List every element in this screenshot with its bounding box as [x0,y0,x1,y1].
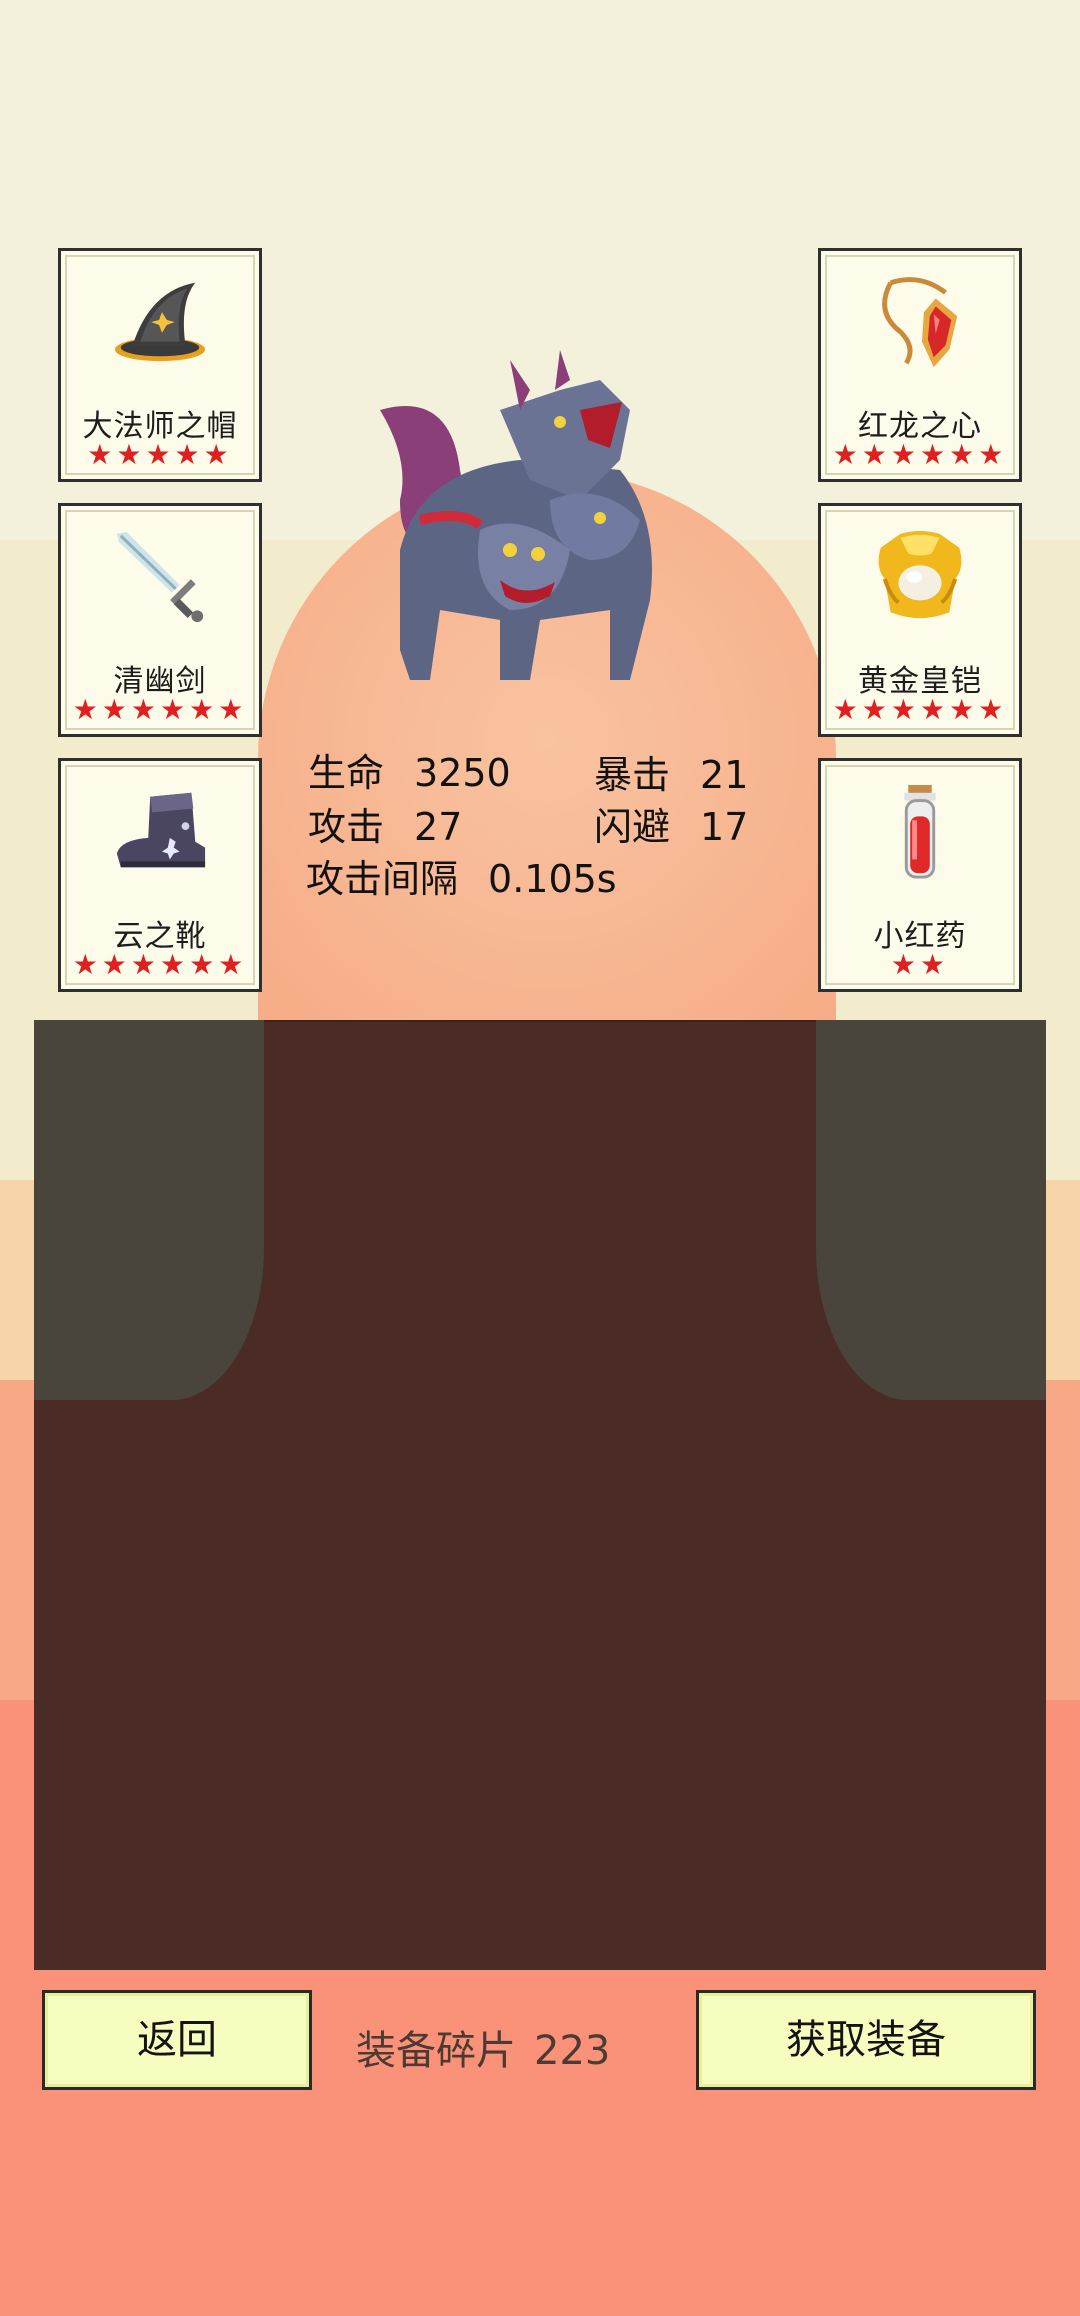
stat-value: 3250 [414,751,511,795]
equip-slot-sword[interactable]: 清幽剑 ★★★★★★ [58,503,262,737]
stat-label: 生命 [308,751,385,795]
three-headed-dragon-hound [380,350,652,680]
equip-slot-archmage-hat[interactable]: 大法师之帽 ★★★★★ [58,248,262,482]
shards-label: 装备碎片 [356,2028,516,2074]
stat-label: 攻击 [308,805,385,849]
red-potion-icon [904,784,936,879]
stat-hp: 生命 3250 [308,742,511,797]
stat-value: 0.105s [488,857,617,901]
stat-dodge: 闪避 17 [594,796,748,851]
equipment-shards: 装备碎片 223 [356,2018,610,2076]
stat-value: 21 [700,753,749,797]
sword-icon [116,531,204,623]
stat-value: 17 [700,805,749,849]
equip-slot-boots[interactable]: 云之靴 ★★★★★★ [58,758,262,992]
star-rating: ★★★★★★ [72,948,248,981]
stat-label: 暴击 [594,753,671,797]
shards-value: 223 [534,2028,611,2074]
amulet-icon [882,277,958,368]
mist-left [34,1020,264,1400]
star-rating: ★★★★★★ [72,693,248,726]
stat-attack: 攻击 27 [308,796,462,851]
star-rating: ★★★★★ [87,438,233,471]
get-equipment-button[interactable]: 获取装备 [696,1990,1036,2090]
stat-label: 闪避 [594,805,671,849]
equip-slot-red-potion[interactable]: 小红药 ★★ [818,758,1022,992]
equip-slot-red-dragon-heart[interactable]: 红龙之心 ★★★★★★ [818,248,1022,482]
gold-armor-icon [878,530,962,619]
mist-right [816,1020,1046,1400]
star-rating: ★★★★★★ [832,438,1008,471]
boots-icon [116,792,206,868]
star-rating: ★★★★★★ [832,693,1008,726]
back-button[interactable]: 返回 [42,1990,312,2090]
star-rating: ★★ [890,948,950,981]
wizard-hat-icon [114,282,206,362]
stat-value: 27 [414,805,463,849]
stat-attack-interval: 攻击间隔 0.105s [306,848,617,903]
equip-slot-golden-armor[interactable]: 黄金皇铠 ★★★★★★ [818,503,1022,737]
stat-label: 攻击间隔 [306,857,459,901]
stat-crit: 暴击 21 [594,744,748,799]
